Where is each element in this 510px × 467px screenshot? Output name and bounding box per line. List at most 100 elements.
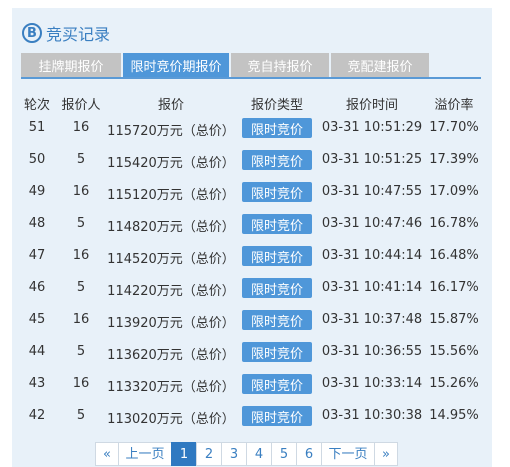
page-button-1[interactable]: 1 bbox=[171, 442, 197, 466]
price-cell: 115420万元（总价） bbox=[107, 156, 235, 171]
table-row: 49 16 115120万元（总价） 限时竞价 03-31 10:47:55 1… bbox=[12, 176, 492, 208]
round-cell: 43 bbox=[28, 376, 46, 391]
tab-self-hold-bids[interactable]: 竞自持报价 bbox=[231, 53, 329, 77]
price-cell: 115120万元（总价） bbox=[107, 188, 235, 203]
time-cell: 03-31 10:47:55 bbox=[321, 184, 423, 199]
last-page-button[interactable]: » bbox=[374, 442, 398, 466]
tab-label: 竞自持报价 bbox=[247, 59, 313, 75]
bidder-cell: 5 bbox=[76, 216, 86, 231]
table-row: 43 16 113320万元（总价） 限时竞价 03-31 10:33:14 1… bbox=[12, 368, 492, 400]
panel-title-text: 竞买记录 bbox=[46, 25, 111, 44]
premium-cell: 17.39% bbox=[429, 152, 479, 167]
bid-type-badge: 限时竞价 bbox=[242, 214, 312, 234]
page-button-5[interactable]: 5 bbox=[271, 442, 297, 466]
round-cell: 45 bbox=[28, 312, 46, 327]
bidder-cell: 16 bbox=[72, 376, 90, 391]
time-cell: 03-31 10:33:14 bbox=[321, 376, 423, 391]
bidder-cell: 5 bbox=[76, 280, 86, 295]
tab-timed-bids[interactable]: 限时竞价期报价 bbox=[123, 53, 229, 77]
time-cell: 03-31 10:51:29 bbox=[321, 120, 423, 135]
tab-label: 限时竞价期报价 bbox=[130, 59, 222, 75]
col-round: 轮次 bbox=[23, 98, 50, 113]
time-cell: 03-31 10:37:48 bbox=[321, 312, 423, 327]
page-button-3[interactable]: 3 bbox=[221, 442, 247, 466]
page-button-6[interactable]: 6 bbox=[296, 442, 322, 466]
time-cell: 03-31 10:51:25 bbox=[321, 152, 423, 167]
page-button-2[interactable]: 2 bbox=[196, 442, 222, 466]
bid-type-badge: 限时竞价 bbox=[242, 406, 312, 426]
tab-listing-bids[interactable]: 挂牌期报价 bbox=[21, 53, 121, 77]
next-page-button[interactable]: 下一页 bbox=[321, 442, 375, 466]
prev-page-button[interactable]: 上一页 bbox=[118, 442, 172, 466]
table-row: 50 5 115420万元（总价） 限时竞价 03-31 10:51:25 17… bbox=[12, 144, 492, 176]
bid-type-badge: 限时竞价 bbox=[242, 118, 312, 138]
bid-type-badge: 限时竞价 bbox=[242, 342, 312, 362]
price-cell: 115720万元（总价） bbox=[107, 124, 235, 139]
col-premium: 溢价率 bbox=[434, 98, 474, 113]
round-cell: 48 bbox=[28, 216, 46, 231]
pagination: « 上一页 1 2 3 4 5 6 下一页 » bbox=[95, 442, 398, 466]
col-bid-type: 报价类型 bbox=[250, 98, 303, 113]
premium-cell: 15.87% bbox=[429, 312, 479, 327]
col-price: 报价 bbox=[157, 98, 184, 113]
time-cell: 03-31 10:36:55 bbox=[321, 344, 423, 359]
price-cell: 113020万元（总价） bbox=[107, 412, 235, 427]
first-page-button[interactable]: « bbox=[95, 442, 119, 466]
round-cell: 49 bbox=[28, 184, 46, 199]
round-cell: 51 bbox=[28, 120, 46, 135]
bidder-cell: 5 bbox=[76, 152, 86, 167]
bidder-cell: 16 bbox=[72, 312, 90, 327]
bid-type-badge: 限时竞价 bbox=[242, 150, 312, 170]
table-row: 45 16 113920万元（总价） 限时竞价 03-31 10:37:48 1… bbox=[12, 304, 492, 336]
bid-type-badge: 限时竞价 bbox=[242, 374, 312, 394]
premium-cell: 17.70% bbox=[429, 120, 479, 135]
premium-cell: 16.17% bbox=[429, 280, 479, 295]
round-cell: 42 bbox=[28, 408, 46, 423]
price-cell: 114820万元（总价） bbox=[107, 220, 235, 235]
premium-cell: 16.48% bbox=[429, 248, 479, 263]
bidder-cell: 5 bbox=[76, 344, 86, 359]
time-cell: 03-31 10:47:46 bbox=[321, 216, 423, 231]
bidder-cell: 16 bbox=[72, 120, 90, 135]
bid-type-badge: 限时竞价 bbox=[242, 310, 312, 330]
price-cell: 114520万元（总价） bbox=[107, 252, 235, 267]
bid-type-badge: 限时竞价 bbox=[242, 246, 312, 266]
premium-cell: 15.56% bbox=[429, 344, 479, 359]
auction-logo-icon: B bbox=[22, 23, 42, 43]
premium-cell: 15.26% bbox=[429, 376, 479, 391]
bid-type-badge: 限时竞价 bbox=[242, 182, 312, 202]
price-cell: 113920万元（总价） bbox=[107, 316, 235, 331]
price-cell: 114220万元（总价） bbox=[107, 284, 235, 299]
col-bid-time: 报价时间 bbox=[345, 98, 398, 113]
time-cell: 03-31 10:41:14 bbox=[321, 280, 423, 295]
bidder-cell: 16 bbox=[72, 248, 90, 263]
round-cell: 46 bbox=[28, 280, 46, 295]
round-cell: 44 bbox=[28, 344, 46, 359]
round-cell: 47 bbox=[28, 248, 46, 263]
bid-type-badge: 限时竞价 bbox=[242, 278, 312, 298]
panel-title: B 竞买记录 bbox=[22, 20, 110, 46]
price-cell: 113620万元（总价） bbox=[107, 348, 235, 363]
tab-label: 竞配建报价 bbox=[347, 59, 413, 75]
col-bidder: 报价人 bbox=[61, 98, 101, 113]
table-row: 46 5 114220万元（总价） 限时竞价 03-31 10:41:14 16… bbox=[12, 272, 492, 304]
tab-label: 挂牌期报价 bbox=[38, 59, 104, 75]
premium-cell: 17.09% bbox=[429, 184, 479, 199]
bidder-cell: 16 bbox=[72, 184, 90, 199]
premium-cell: 16.78% bbox=[429, 216, 479, 231]
table-row: 47 16 114520万元（总价） 限时竞价 03-31 10:44:14 1… bbox=[12, 240, 492, 272]
tab-supporting-build-bids[interactable]: 竞配建报价 bbox=[331, 53, 429, 77]
table-row: 51 16 115720万元（总价） 限时竞价 03-31 10:51:29 1… bbox=[12, 112, 492, 144]
table-row: 44 5 113620万元（总价） 限时竞价 03-31 10:36:55 15… bbox=[12, 336, 492, 368]
bidder-cell: 5 bbox=[76, 408, 86, 423]
price-cell: 113320万元（总价） bbox=[107, 380, 235, 395]
time-cell: 03-31 10:30:38 bbox=[321, 408, 423, 423]
page-button-4[interactable]: 4 bbox=[246, 442, 272, 466]
table-row: 48 5 114820万元（总价） 限时竞价 03-31 10:47:46 16… bbox=[12, 208, 492, 240]
tab-bar: 挂牌期报价 限时竞价期报价 竞自持报价 竞配建报价 bbox=[21, 53, 481, 79]
time-cell: 03-31 10:44:14 bbox=[321, 248, 423, 263]
round-cell: 50 bbox=[28, 152, 46, 167]
table-row: 42 5 113020万元（总价） 限时竞价 03-31 10:30:38 14… bbox=[12, 400, 492, 432]
bid-records-panel: B 竞买记录 挂牌期报价 限时竞价期报价 竞自持报价 竞配建报价 轮次 报价人 … bbox=[12, 8, 492, 467]
premium-cell: 14.95% bbox=[429, 408, 479, 423]
